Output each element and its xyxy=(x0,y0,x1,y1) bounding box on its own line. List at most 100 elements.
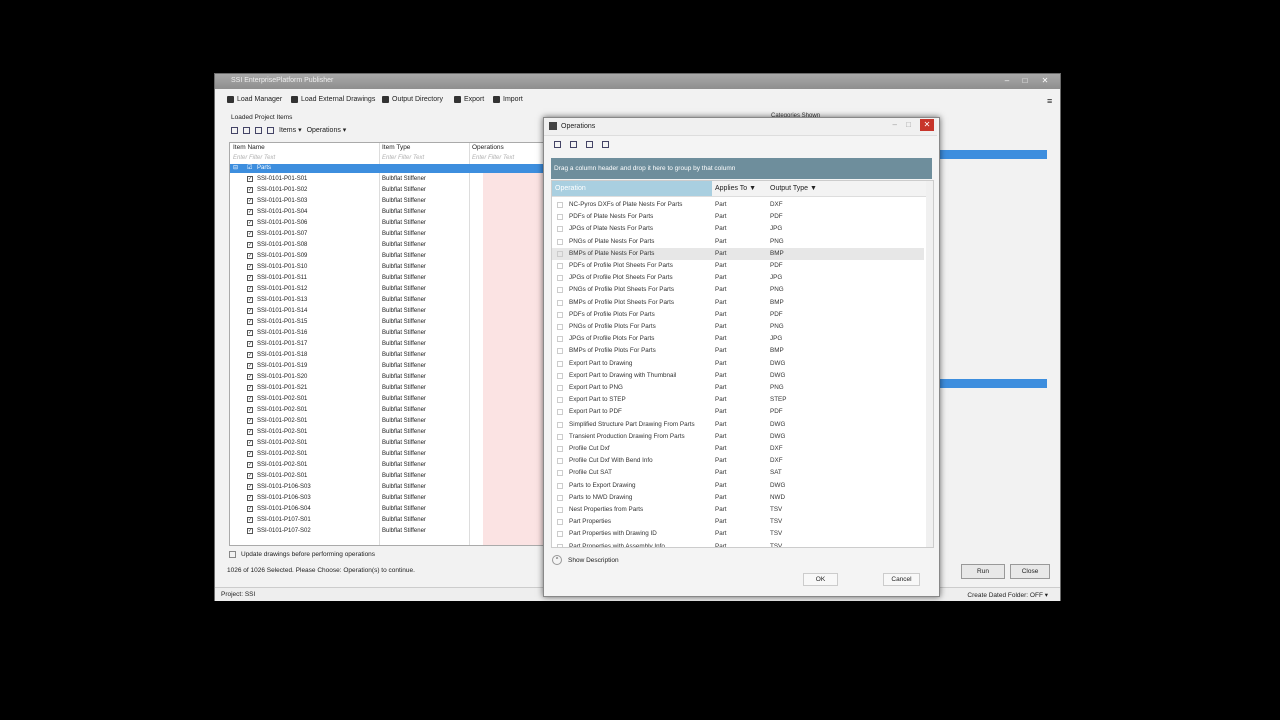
row-checkbox[interactable]: ✓ xyxy=(247,517,253,523)
list-item[interactable]: Simplified Structure Part Drawing From P… xyxy=(552,419,924,431)
table-row[interactable]: ✓ SSI-0101-P01-S13 Bulbflat Stiffener xyxy=(230,295,545,306)
operation-checkbox[interactable] xyxy=(557,470,563,477)
cancel-button[interactable]: Cancel xyxy=(883,573,920,586)
operation-checkbox[interactable] xyxy=(557,238,563,245)
list-item[interactable]: Export Part to Drawing with Thumbnail Par… xyxy=(552,370,924,382)
chevron-up-icon[interactable]: ^ xyxy=(552,555,562,565)
applies-to-column-header[interactable]: Applies To ▼ xyxy=(715,181,756,196)
run-button[interactable]: Run xyxy=(961,564,1005,579)
row-checkbox[interactable]: ✓ xyxy=(247,209,253,215)
dialog-minimize-icon[interactable]: – xyxy=(893,120,897,129)
operation-checkbox[interactable] xyxy=(557,433,563,440)
row-checkbox[interactable]: ✓ xyxy=(247,176,253,182)
list-item[interactable]: Part Properties with Drawing ID Part TSV xyxy=(552,528,924,540)
operation-checkbox[interactable] xyxy=(557,494,563,501)
operation-checkbox[interactable] xyxy=(557,507,563,513)
operation-checkbox[interactable] xyxy=(557,421,563,428)
dialog-close-icon[interactable]: ✕ xyxy=(920,119,934,131)
operations-menu[interactable]: Operations ▾ xyxy=(307,126,347,134)
row-checkbox[interactable]: ✓ xyxy=(247,319,253,325)
table-row[interactable]: ✓ SSI-0101-P01-S17 Bulbflat Stiffener xyxy=(230,339,545,350)
operation-checkbox[interactable] xyxy=(557,458,563,465)
list-item[interactable]: Export Part to PNG Part PNG xyxy=(552,382,924,394)
row-checkbox[interactable]: ✓ xyxy=(247,363,253,369)
parts-group-row[interactable]: ⊟ ☑ Parts xyxy=(230,164,545,173)
list-item[interactable]: Profile Cut SAT Part SAT xyxy=(552,467,924,479)
row-checkbox[interactable]: ✓ xyxy=(247,418,253,424)
category-selected-row[interactable] xyxy=(937,379,1047,388)
row-checkbox[interactable]: ✓ xyxy=(247,341,253,347)
operation-checkbox[interactable] xyxy=(557,275,563,282)
operation-checkbox[interactable] xyxy=(557,531,563,538)
list-item[interactable]: Export Part to Drawing Part DWG xyxy=(552,358,924,370)
table-row[interactable]: ✓ SSI-0101-P01-S12 Bulbflat Stiffener xyxy=(230,284,545,295)
operation-checkbox[interactable] xyxy=(557,409,563,416)
expand-all-icon[interactable] xyxy=(586,141,593,148)
row-checkbox[interactable]: ✓ xyxy=(247,506,253,512)
expand-icon[interactable] xyxy=(231,126,238,134)
row-checkbox[interactable]: ✓ xyxy=(247,330,253,336)
row-checkbox[interactable]: ✓ xyxy=(247,473,253,479)
table-row[interactable]: ✓ SSI-0101-P01-S07 Bulbflat Stiffener xyxy=(230,229,545,240)
table-row[interactable]: ✓ SSI-0101-P02-S01 Bulbflat Stiffener xyxy=(230,427,545,438)
table-row[interactable]: ✓ SSI-0101-P02-S01 Bulbflat Stiffener xyxy=(230,394,545,405)
update-drawings-option[interactable]: Update drawings before performing operat… xyxy=(229,551,375,558)
operation-column-header[interactable]: Operation xyxy=(552,181,712,196)
row-checkbox[interactable]: ✓ xyxy=(247,396,253,402)
table-row[interactable]: ✓ SSI-0101-P02-S01 Bulbflat Stiffener xyxy=(230,416,545,427)
list-item[interactable]: PNGs of Profile Plot Sheets For Parts Par… xyxy=(552,284,924,296)
table-row[interactable]: ✓ SSI-0101-P106-S03 Bulbflat Stiffener xyxy=(230,493,545,504)
operation-checkbox[interactable] xyxy=(557,385,563,391)
operation-checkbox[interactable] xyxy=(557,311,563,318)
table-row[interactable]: ✓ SSI-0101-P01-S04 Bulbflat Stiffener xyxy=(230,207,545,218)
table-row[interactable]: ✓ SSI-0101-P01-S09 Bulbflat Stiffener xyxy=(230,251,545,262)
list-item[interactable]: Profile Cut Dxf Part DXF xyxy=(552,443,924,455)
row-checkbox[interactable]: ✓ xyxy=(247,451,253,457)
list-item[interactable]: Nest Properties from Parts Part TSV xyxy=(552,504,924,516)
row-checkbox[interactable]: ✓ xyxy=(247,275,253,281)
item-type-filter[interactable]: Enter Filter Text xyxy=(382,154,424,163)
close-button[interactable]: Close xyxy=(1010,564,1050,579)
item-name-filter[interactable]: Enter Filter Text xyxy=(233,154,275,163)
list-item[interactable]: PDFs of Profile Plot Sheets For Parts Par… xyxy=(552,260,924,272)
table-row[interactable]: ✓ SSI-0101-P02-S01 Bulbflat Stiffener xyxy=(230,438,545,449)
list-item[interactable]: JPGs of Profile Plots For Parts Part JPG xyxy=(552,333,924,345)
row-checkbox[interactable]: ✓ xyxy=(247,385,253,391)
select-all-icon[interactable] xyxy=(554,141,561,148)
row-checkbox[interactable]: ✓ xyxy=(247,374,253,380)
row-checkbox[interactable]: ✓ xyxy=(247,253,253,259)
list-item[interactable]: PDFs of Plate Nests For Parts Part PDF xyxy=(552,211,924,223)
list-item[interactable]: Parts to Export Drawing Part DWG xyxy=(552,480,924,492)
table-row[interactable]: ✓ SSI-0101-P02-S01 Bulbflat Stiffener xyxy=(230,471,545,482)
output-type-column-header[interactable]: Output Type ▼ xyxy=(770,181,817,196)
group-by-drop-area[interactable]: Drag a column header and drop it here to… xyxy=(551,158,932,179)
row-checkbox[interactable]: ✓ xyxy=(247,286,253,292)
row-checkbox[interactable]: ✓ xyxy=(247,297,253,303)
load-external-button[interactable]: Load External Drawings xyxy=(291,96,375,103)
list-item[interactable]: Part Properties Part TSV xyxy=(552,516,924,528)
list-item[interactable]: BMPs of Plate Nests For Parts Part BMP xyxy=(552,247,924,260)
operation-checkbox[interactable] xyxy=(557,263,563,269)
operation-checkbox[interactable] xyxy=(557,226,563,233)
collapse-toggle-icon[interactable]: ⊟ xyxy=(233,164,238,173)
list-item[interactable]: BMPs of Profile Plot Sheets For Parts Par… xyxy=(552,297,924,309)
row-checkbox[interactable]: ✓ xyxy=(247,407,253,413)
dialog-maximize-icon[interactable]: □ xyxy=(906,120,911,129)
operations-header[interactable]: Operations xyxy=(472,143,504,153)
list-item[interactable]: JPGs of Profile Plot Sheets For Parts Par… xyxy=(552,272,924,284)
list-item[interactable]: Part Properties with Assembly Info Part TS… xyxy=(552,541,924,547)
table-row[interactable]: ✓ SSI-0101-P01-S10 Bulbflat Stiffener xyxy=(230,262,545,273)
table-row[interactable]: ✓ SSI-0101-P01-S01 Bulbflat Stiffener xyxy=(230,174,545,185)
load-manager-button[interactable]: Load Manager xyxy=(227,96,282,103)
row-checkbox[interactable]: ✓ xyxy=(247,484,253,490)
filter-icon[interactable]: ▼ xyxy=(810,185,817,192)
table-row[interactable]: ✓ SSI-0101-P01-S06 Bulbflat Stiffener xyxy=(230,218,545,229)
operation-checkbox[interactable] xyxy=(557,250,563,257)
list-item[interactable]: PNGs of Profile Plots For Parts Part PNG xyxy=(552,321,924,333)
collapse-icon[interactable] xyxy=(243,126,250,134)
group-checkbox[interactable]: ☑ xyxy=(247,164,252,173)
row-checkbox[interactable]: ✓ xyxy=(247,352,253,358)
table-row[interactable]: ✓ SSI-0101-P01-S16 Bulbflat Stiffener xyxy=(230,328,545,339)
collapse-all-icon[interactable] xyxy=(602,141,609,148)
hamburger-menu-icon[interactable]: ≡ xyxy=(1047,96,1052,106)
